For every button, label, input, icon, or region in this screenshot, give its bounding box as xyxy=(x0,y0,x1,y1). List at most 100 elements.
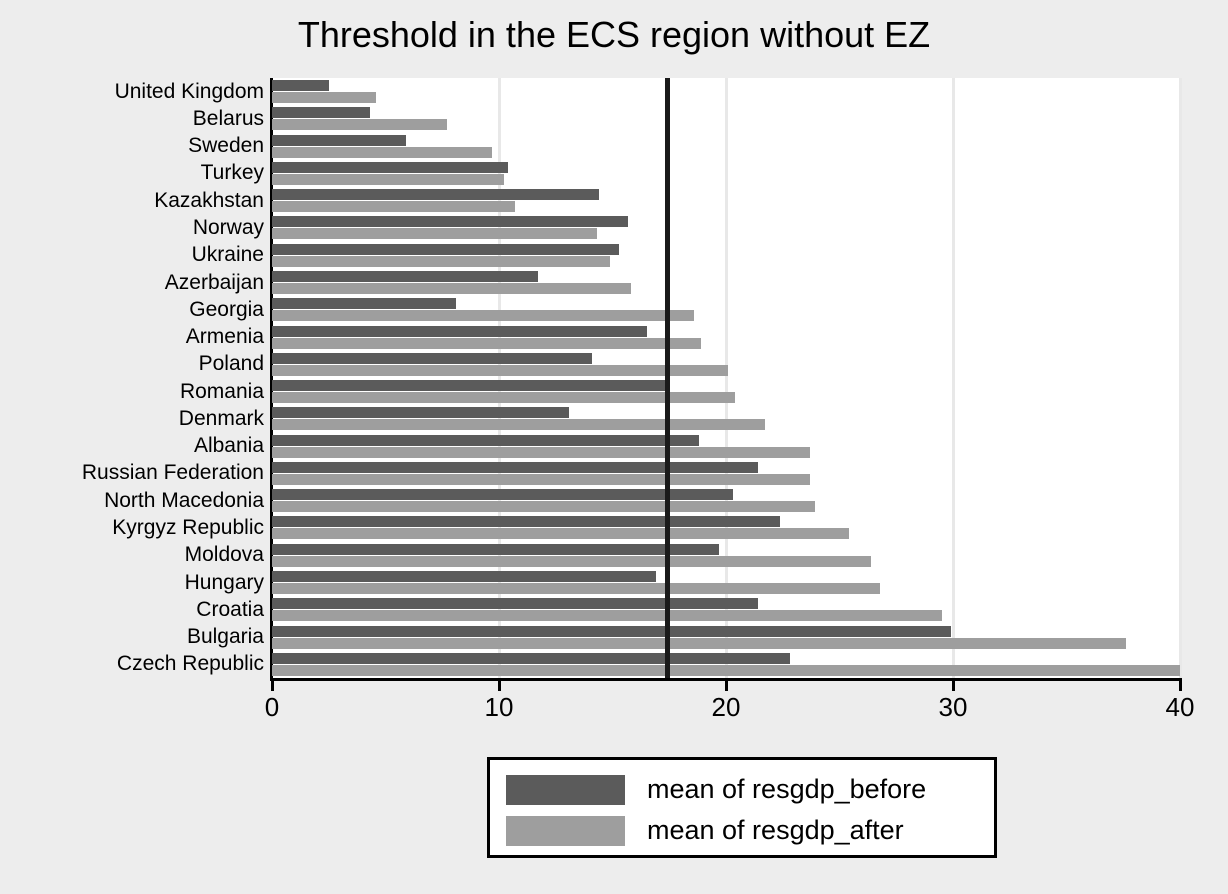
x-tick-mark xyxy=(270,678,274,691)
bar-after xyxy=(272,337,702,349)
threshold-line xyxy=(664,78,670,678)
bar-after xyxy=(272,555,872,567)
y-axis-label: Czech Republic xyxy=(116,652,264,676)
legend-swatch-after xyxy=(506,815,625,846)
bar-row xyxy=(272,651,1180,678)
bar-row xyxy=(272,351,1180,378)
bar-after xyxy=(272,637,1126,649)
bar-before xyxy=(272,352,593,364)
bar-row xyxy=(272,296,1180,323)
bar-row xyxy=(272,78,1180,105)
bar-row xyxy=(272,542,1180,569)
bar-after xyxy=(272,173,504,185)
chart-title: Threshold in the ECS region without EZ xyxy=(297,14,931,55)
bar-row xyxy=(272,460,1180,487)
bar-after xyxy=(272,664,1180,676)
bar-row xyxy=(272,514,1180,541)
bar-before xyxy=(272,516,781,528)
bar-row xyxy=(272,405,1180,432)
bar-row xyxy=(272,269,1180,296)
y-axis-label: Bulgaria xyxy=(186,625,264,649)
y-axis-label: Albania xyxy=(193,434,264,458)
bar-before xyxy=(272,271,538,283)
y-axis-label: Norway xyxy=(192,216,264,239)
bar-row xyxy=(272,105,1180,132)
x-tick-mark xyxy=(951,678,955,691)
bar-before xyxy=(272,325,647,337)
y-axis-label: Denmark xyxy=(178,406,264,430)
y-axis-label: Armenia xyxy=(185,325,264,349)
bar-after xyxy=(272,119,447,131)
bar-after xyxy=(272,228,597,240)
bar-before xyxy=(272,407,570,419)
y-axis-label: Ukraine xyxy=(191,243,264,267)
bar-after xyxy=(272,310,695,322)
bar-before xyxy=(272,461,758,473)
bar-after xyxy=(272,610,942,622)
bar-after xyxy=(272,583,881,595)
bar-row xyxy=(272,242,1180,269)
bar-after xyxy=(272,501,815,513)
bar-after xyxy=(272,255,611,267)
y-axis-label: Kyrgyz Republic xyxy=(112,516,264,539)
bar-before xyxy=(272,434,699,446)
bar-after xyxy=(272,92,377,104)
y-axis-labels: United Kingdom Belarus Sweden Turkey Kazakhs… xyxy=(0,78,264,678)
bar-row xyxy=(272,596,1180,623)
y-axis-label: Croatia xyxy=(196,597,264,621)
x-tick-mark xyxy=(724,678,728,691)
bar-chart: Threshold in the ECS region without EZ U… xyxy=(0,0,1228,894)
y-axis-label: Russian Federation xyxy=(81,461,264,485)
y-axis-label: United Kingdom xyxy=(114,79,264,103)
bar-after xyxy=(272,446,810,458)
legend: mean of resgdp_before mean of resgdp_aft… xyxy=(487,757,997,858)
bar-after xyxy=(272,473,810,485)
y-axis-label: Georgia xyxy=(189,297,264,321)
bars-container xyxy=(272,78,1180,678)
bar-before xyxy=(272,598,758,610)
bar-after xyxy=(272,528,849,540)
bar-before xyxy=(272,625,951,637)
x-tick-label: 0 xyxy=(264,692,280,722)
bar-row xyxy=(272,187,1180,214)
bar-before xyxy=(272,380,667,392)
bar-before xyxy=(272,161,509,173)
legend-item-before: mean of resgdp_before xyxy=(506,774,926,805)
x-tick-label: 40 xyxy=(1165,692,1195,722)
bar-before xyxy=(272,216,629,228)
bar-before xyxy=(272,571,656,583)
bar-before xyxy=(272,652,790,664)
x-tick-mark xyxy=(1178,678,1182,691)
bar-before xyxy=(272,134,406,146)
x-tick-label: 30 xyxy=(938,692,968,722)
legend-item-after: mean of resgdp_after xyxy=(506,815,904,846)
bar-row xyxy=(272,133,1180,160)
y-axis-label: Sweden xyxy=(188,134,264,158)
bar-before xyxy=(272,189,599,201)
bar-row xyxy=(272,378,1180,405)
bar-after xyxy=(272,201,515,213)
y-axis-label: Moldova xyxy=(184,543,264,567)
bar-row xyxy=(272,433,1180,460)
bar-before xyxy=(272,489,733,501)
bar-row xyxy=(272,160,1180,187)
y-axis-label: Turkey xyxy=(200,161,264,185)
bar-row xyxy=(272,569,1180,596)
legend-label-before: mean of resgdp_before xyxy=(647,774,927,804)
legend-swatch-before xyxy=(506,774,625,805)
bar-before xyxy=(272,543,720,555)
x-axis-ticks: 0 10 20 30 40 xyxy=(0,678,1228,728)
bar-after xyxy=(272,364,729,376)
y-axis-label: Poland xyxy=(198,352,264,376)
x-tick-label: 20 xyxy=(711,692,741,722)
bar-row xyxy=(272,214,1180,241)
y-axis-label: North Macedonia xyxy=(104,488,264,512)
bar-row xyxy=(272,323,1180,350)
bar-before xyxy=(272,80,329,92)
x-tick-mark xyxy=(497,678,501,691)
bar-row xyxy=(272,487,1180,514)
y-axis-label: Kazakhstan xyxy=(154,188,264,212)
bar-after xyxy=(272,419,765,431)
bar-after xyxy=(272,283,631,295)
y-axis-label: Azerbaijan xyxy=(164,270,264,294)
